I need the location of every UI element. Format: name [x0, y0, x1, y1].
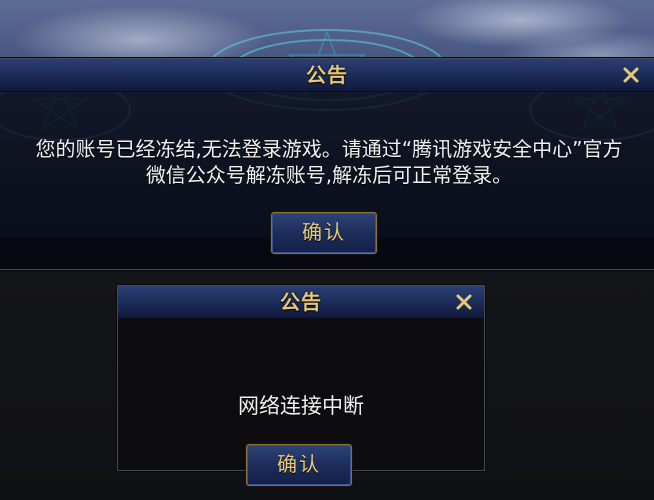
network-dialog: 公告 网络连接中断 确认: [117, 285, 485, 486]
dialog-message: 网络连接中断: [238, 394, 364, 418]
confirm-button[interactable]: 确认: [271, 212, 377, 254]
dialog-body: 网络连接中断 确认: [118, 319, 484, 486]
confirm-button[interactable]: 确认: [246, 444, 352, 486]
dialog-titlebar: 公告: [0, 59, 654, 92]
dialog-message: 您的账号已经冻结,无法登录游戏。请通过“腾讯游戏安全中心”官方微信公众号解冻账号…: [35, 137, 623, 187]
dialog-title: 公告: [280, 290, 322, 314]
close-icon[interactable]: [452, 290, 476, 314]
game-scene: 公告 您的账号已经冻结,无法登录游戏。请通过“腾讯游戏安全中心”官方微信公众号解…: [0, 0, 654, 500]
account-frozen-dialog: 公告 您的账号已经冻结,无法登录游戏。请通过“腾讯游戏安全中心”官方微信公众号解…: [0, 58, 654, 270]
close-icon[interactable]: [619, 63, 643, 87]
dialog-body: 您的账号已经冻结,无法登录游戏。请通过“腾讯游戏安全中心”官方微信公众号解冻账号…: [0, 92, 654, 269]
dialog-titlebar: 公告: [118, 286, 484, 319]
dialog-title: 公告: [306, 63, 348, 87]
